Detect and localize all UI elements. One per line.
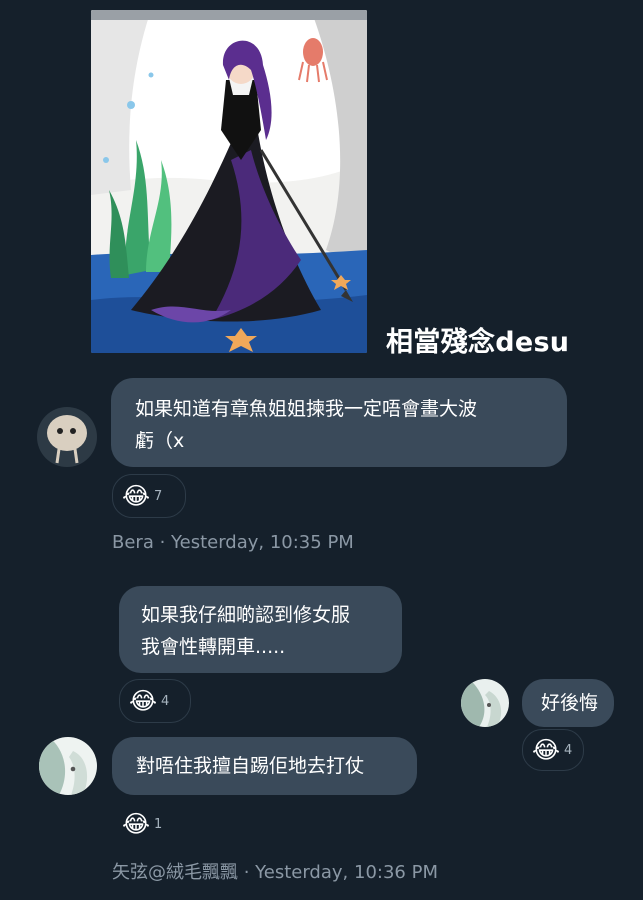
anime-avatar-icon [39,737,97,795]
reaction-count: 4 [161,693,170,709]
joy-emoji-icon: 😂 [122,810,151,838]
message-text-line: 對唔住我擅自踢佢地去打仗 [136,755,365,777]
reaction-count: 7 [154,488,163,504]
message-text-line: 我會性轉開車..... [141,636,286,658]
message-meta: Bera · Yesterday, 10:35 PM [112,532,354,553]
reaction-count: 4 [564,742,573,758]
joy-emoji-icon: 😂 [122,482,151,510]
reaction-pill[interactable]: 😂 1 [112,802,174,846]
anime-avatar-icon [461,679,509,727]
joy-emoji-icon: 😂 [129,687,158,715]
avatar-bera[interactable] [37,407,97,467]
reaction-pill[interactable]: 😂 7 [112,474,186,518]
message-text-line: 如果知道有章魚姐姐揀我一定唔會畫大波 [135,398,478,420]
message-bubble[interactable]: 好後悔 [522,679,614,727]
shared-image[interactable] [91,10,367,353]
reaction-pill[interactable]: 😂 4 [119,679,191,723]
message-bubble[interactable]: 對唔住我擅自踢佢地去打仗 [112,737,417,795]
image-caption: 相當殘念desu [386,327,570,358]
message-text-line: 虧（x [135,430,185,452]
message-text-line: 好後悔 [541,692,599,714]
message-meta: 矢弦@絨毛飄飄 · Yesterday, 10:36 PM [112,862,438,883]
potato-avatar-icon [37,407,97,467]
illustration-octopus-nun [91,10,367,353]
message-bubble[interactable]: 如果我仔細啲認到修女服 我會性轉開車..... [119,586,402,673]
reaction-count: 1 [154,816,163,832]
avatar-yaxian[interactable] [39,737,97,795]
message-bubble[interactable]: 如果知道有章魚姐姐揀我一定唔會畫大波 虧（x [111,378,567,467]
message-text-line: 如果我仔細啲認到修女服 [141,604,351,626]
avatar-self[interactable] [461,679,509,727]
reaction-pill[interactable]: 😂 4 [522,729,584,771]
joy-emoji-icon: 😂 [532,736,561,764]
